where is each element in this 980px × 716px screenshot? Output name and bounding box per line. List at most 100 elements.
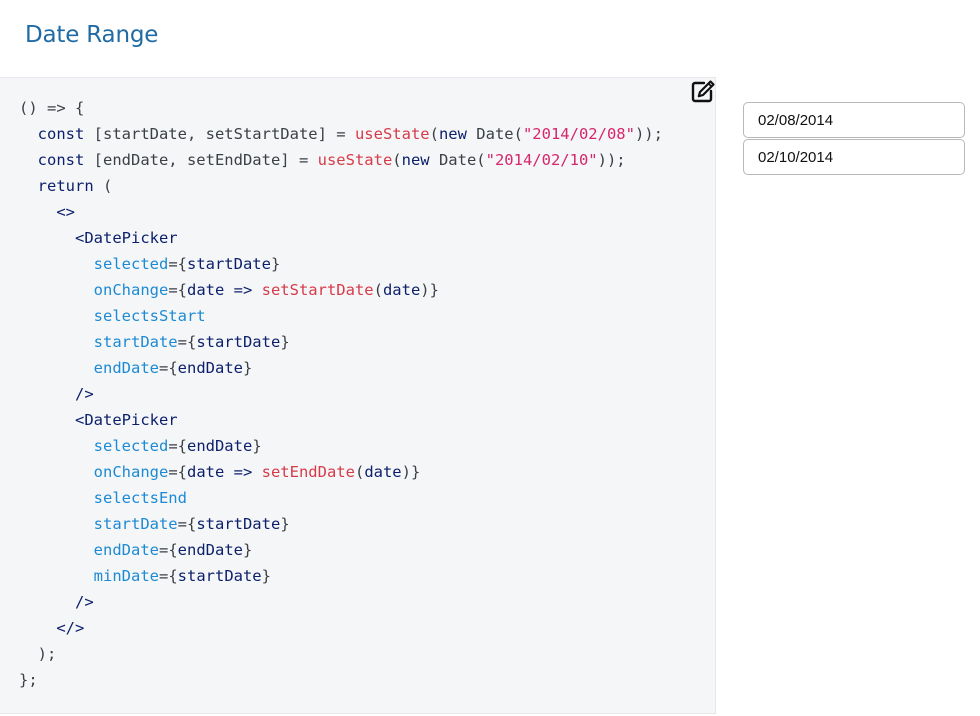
code-line: <> [19,199,663,225]
code-token: ( [392,151,402,169]
code-token: onChange [19,281,169,299]
code-token: selected [19,437,169,455]
code-token: startDate [186,255,271,273]
code-token: ); [19,645,57,663]
code-token: } [252,437,262,455]
code-line: selectsEnd [19,485,663,511]
code-line: }; [19,667,663,693]
code-token: const [19,125,94,143]
code-line: /> [19,381,663,407]
code-token: selectsStart [19,307,206,325]
code-block[interactable]: () => { const [startDate, setStartDate] … [19,95,663,693]
code-token: Date( [429,151,486,169]
code-token: Date( [466,125,523,143]
code-token: useState [317,151,393,169]
code-line: startDate={startDate} [19,329,663,355]
code-token: /> [19,593,94,611]
code-token: ={ [168,281,187,299]
code-line: ); [19,641,663,667]
code-token: "2014/02/10" [485,151,598,169]
code-token: <DatePicker [19,229,178,247]
code-token: endDate [19,359,159,377]
code-token: startDate [19,333,178,351]
code-token: () => { [19,99,85,117]
code-token: new [401,151,430,169]
code-token: startDate [196,333,281,351]
code-token: startDate [177,567,262,585]
code-token: ={ [168,255,187,273]
code-token: ( [373,281,383,299]
code-token: endDate [186,437,253,455]
code-token: ( [429,125,439,143]
code-token: useState [354,125,430,143]
code-line: onChange={date => setEndDate(date)} [19,459,663,485]
code-token: date => [186,463,262,481]
code-token: ={ [158,359,178,377]
code-token: "2014/02/08" [522,125,635,143]
code-line: selected={endDate} [19,433,663,459]
code-token: date [382,281,421,299]
end-date-input[interactable] [743,139,965,175]
start-date-input[interactable] [743,102,965,138]
code-token: } [242,359,253,377]
code-token: </> [19,619,85,637]
code-token: } [280,515,290,533]
code-token: ={ [177,333,197,351]
code-line: minDate={startDate} [19,563,663,589]
code-line: const [endDate, setEndDate] = useState(n… [19,147,663,173]
code-token: ( [103,177,113,195]
code-line: () => { [19,95,663,121]
code-token: ={ [168,463,187,481]
code-token: )); [597,151,626,169]
edit-icon [691,80,715,103]
code-line: </> [19,615,663,641]
code-token: selectsEnd [19,489,187,507]
code-line: endDate={endDate} [19,537,663,563]
code-token: setEndDate [261,463,355,481]
code-token: } [261,567,271,585]
code-line: const [startDate, setStartDate] = useSta… [19,121,663,147]
code-token: endDate [177,359,243,377]
code-token: ={ [158,567,178,585]
code-token: ={ [177,515,197,533]
code-line: onChange={date => setStartDate(date)} [19,277,663,303]
code-token: ={ [168,437,187,455]
code-token: <DatePicker [19,411,178,429]
code-token: ( [354,463,365,481]
code-token: <> [19,203,75,221]
code-token: }; [19,671,38,689]
code-token: } [280,333,290,351]
code-line: endDate={endDate} [19,355,663,381]
code-token: } [270,255,281,273]
code-line: <DatePicker [19,407,663,433]
code-token: [endDate, setEndDate] = [93,151,318,169]
code-line: selectsStart [19,303,663,329]
code-token: new [438,125,467,143]
code-token: return [19,177,103,195]
code-token: selected [19,255,169,273]
code-token: date [364,463,402,481]
code-token: ={ [158,541,178,559]
code-token: )); [634,125,663,143]
code-token: )} [420,281,439,299]
code-token: } [242,541,253,559]
code-token: startDate [196,515,281,533]
code-line: selected={startDate} [19,251,663,277]
code-token: )} [401,463,421,481]
code-token: [startDate, setStartDate] = [93,125,355,143]
code-line: /> [19,589,663,615]
code-token: endDate [177,541,243,559]
page-title: Date Range [25,22,159,48]
code-token: endDate [19,541,159,559]
code-line: <DatePicker [19,225,663,251]
code-token: setStartDate [261,281,374,299]
code-token: const [19,151,94,169]
code-token: onChange [19,463,169,481]
code-line: startDate={startDate} [19,511,663,537]
code-token: startDate [19,515,178,533]
code-line: return ( [19,173,663,199]
edit-button[interactable] [690,78,718,104]
code-token: minDate [19,567,159,585]
code-token: /> [19,385,94,403]
code-token: date => [186,281,262,299]
